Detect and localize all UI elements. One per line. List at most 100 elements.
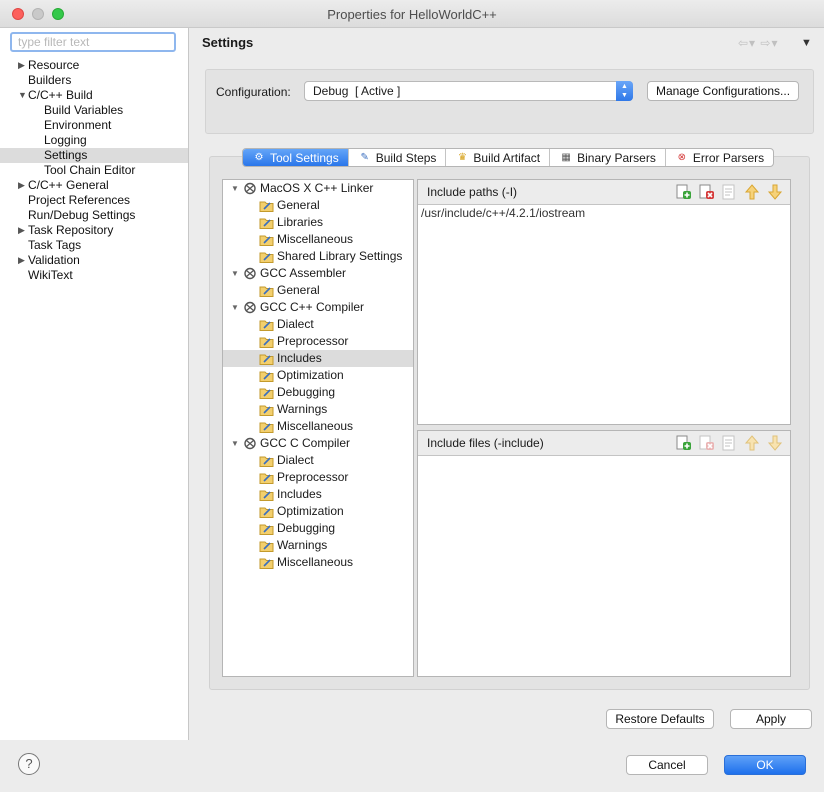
option-node[interactable]: Optimization — [223, 367, 413, 384]
include-paths-list[interactable]: /usr/include/c++/4.2.1/iostream — [418, 205, 790, 221]
collapsed-arrow-icon[interactable]: ▶ — [18, 223, 25, 238]
sidebar-item[interactable]: ▶ Resource — [0, 58, 188, 73]
sidebar-item[interactable]: ▶ Validation — [0, 253, 188, 268]
option-node[interactable]: Miscellaneous — [223, 418, 413, 435]
move-up-icon[interactable] — [743, 183, 761, 201]
expanded-arrow-icon[interactable]: ▼ — [231, 265, 239, 282]
option-category-icon — [259, 233, 274, 246]
sidebar-item[interactable]: Logging — [0, 133, 188, 148]
sidebar-item-label: Tool Chain Editor — [44, 163, 136, 177]
sidebar-item[interactable]: Run/Debug Settings — [0, 208, 188, 223]
tool-node[interactable]: ▼ MacOS X C++ Linker — [223, 180, 413, 197]
tab-tool-settings[interactable]: ⚙ Tool Settings — [243, 149, 348, 166]
filter-input[interactable] — [10, 32, 176, 52]
sidebar-item-label: Logging — [44, 133, 87, 147]
tool-node[interactable]: ▼ GCC Assembler — [223, 265, 413, 282]
back-arrow-icon[interactable]: ⇦▾ — [738, 36, 756, 50]
option-node[interactable]: Shared Library Settings — [223, 248, 413, 265]
view-menu-icon[interactable]: ▼ — [801, 37, 812, 49]
expanded-arrow-icon[interactable]: ▼ — [231, 435, 239, 452]
tool-settings-tree: ▼ MacOS X C++ Linker General Libraries Misce… — [222, 179, 414, 677]
option-category-icon — [259, 352, 274, 365]
sidebar-item[interactable]: Settings — [0, 148, 188, 163]
sidebar-item[interactable]: Task Tags — [0, 238, 188, 253]
include-files-panel: Include files (-include) — [417, 430, 791, 677]
expanded-arrow-icon[interactable]: ▼ — [18, 88, 27, 103]
add-icon[interactable] — [674, 183, 692, 201]
tab-build-steps[interactable]: ✎ Build Steps — [347, 149, 446, 166]
option-node[interactable]: Debugging — [223, 520, 413, 537]
tab-bar: ⚙ Tool Settings ✎ Build Steps ♛ Build Artifac… — [242, 148, 775, 167]
sidebar-item[interactable]: ▼ C/C++ Build — [0, 88, 188, 103]
sidebar-item[interactable]: Build Variables — [0, 103, 188, 118]
collapsed-arrow-icon[interactable]: ▶ — [18, 178, 25, 193]
sidebar-item[interactable]: ▶ C/C++ General — [0, 178, 188, 193]
delete-icon[interactable] — [697, 183, 715, 201]
option-node[interactable]: Includes — [223, 350, 413, 367]
option-category-icon — [259, 403, 274, 416]
option-node[interactable]: Preprocessor — [223, 333, 413, 350]
option-node[interactable]: Preprocessor — [223, 469, 413, 486]
collapsed-arrow-icon[interactable]: ▶ — [18, 253, 25, 268]
sidebar-item[interactable]: Builders — [0, 73, 188, 88]
include-files-label: Include files (-include) — [427, 436, 544, 450]
sidebar-item[interactable]: Environment — [0, 118, 188, 133]
move-down-icon[interactable] — [766, 183, 784, 201]
tool-label: GCC C Compiler — [260, 436, 351, 450]
option-node[interactable]: General — [223, 282, 413, 299]
option-category-icon — [259, 199, 274, 212]
help-icon[interactable]: ? — [18, 753, 40, 775]
ok-button[interactable]: OK — [724, 755, 806, 775]
option-label: Preprocessor — [277, 334, 349, 348]
apply-button[interactable]: Apply — [730, 709, 812, 729]
option-node[interactable]: Includes — [223, 486, 413, 503]
option-label: Miscellaneous — [277, 232, 354, 246]
sidebar-item-label: C/C++ General — [28, 178, 109, 192]
option-node[interactable]: Miscellaneous — [223, 231, 413, 248]
option-node[interactable]: Warnings — [223, 537, 413, 554]
list-item[interactable]: /usr/include/c++/4.2.1/iostream — [418, 205, 790, 221]
sidebar-item[interactable]: ▶ Task Repository — [0, 223, 188, 238]
tool-node[interactable]: ▼ GCC C Compiler — [223, 435, 413, 452]
sidebar-item[interactable]: Tool Chain Editor — [0, 163, 188, 178]
expanded-arrow-icon[interactable]: ▼ — [231, 299, 239, 316]
tab-build-artifact[interactable]: ♛ Build Artifact — [445, 149, 549, 166]
edit-icon[interactable] — [720, 183, 738, 201]
option-category-icon — [259, 284, 274, 297]
sidebar-item[interactable]: Project References — [0, 193, 188, 208]
option-node[interactable]: Dialect — [223, 316, 413, 333]
option-node[interactable]: Warnings — [223, 401, 413, 418]
option-node[interactable]: General — [223, 197, 413, 214]
move-down-icon[interactable] — [766, 434, 784, 452]
tab-binary-parsers[interactable]: ▦ Binary Parsers — [549, 149, 665, 166]
option-label: Debugging — [277, 385, 336, 399]
tab-label: Build Artifact — [473, 150, 541, 165]
restore-defaults-button[interactable]: Restore Defaults — [606, 709, 714, 729]
forward-arrow-icon[interactable]: ⇨▾ — [760, 36, 778, 50]
cancel-button[interactable]: Cancel — [626, 755, 708, 775]
sidebar-item[interactable]: WikiText — [0, 268, 188, 283]
sidebar-item-label: Validation — [28, 253, 80, 267]
collapsed-arrow-icon[interactable]: ▶ — [18, 58, 25, 73]
move-up-icon[interactable] — [743, 434, 761, 452]
manage-configurations-button[interactable]: Manage Configurations... — [647, 81, 799, 101]
option-node[interactable]: Miscellaneous — [223, 554, 413, 571]
option-node[interactable]: Debugging — [223, 384, 413, 401]
configuration-select[interactable]: Debug [ Active ] ▲ ▼ — [304, 81, 633, 101]
option-node[interactable]: Optimization — [223, 503, 413, 520]
tool-node[interactable]: ▼ GCC C++ Compiler — [223, 299, 413, 316]
add-icon[interactable] — [674, 434, 692, 452]
tool-settings-icon: ⚙ — [254, 151, 264, 163]
include-files-header: Include files (-include) — [418, 431, 790, 456]
expanded-arrow-icon[interactable]: ▼ — [231, 180, 239, 197]
delete-icon[interactable] — [697, 434, 715, 452]
tab-error-parsers[interactable]: ⊗ Error Parsers — [664, 149, 773, 166]
sidebar-tree: ▶ Resource Builders ▼ C/C++ Build Build Varia… — [0, 58, 188, 283]
sidebar-item-label: C/C++ Build — [28, 88, 93, 102]
option-label: Includes — [277, 487, 322, 501]
option-node[interactable]: Libraries — [223, 214, 413, 231]
edit-icon[interactable] — [720, 434, 738, 452]
sidebar-item-label: Run/Debug Settings — [28, 208, 136, 222]
option-node[interactable]: Dialect — [223, 452, 413, 469]
option-category-icon — [259, 471, 274, 484]
